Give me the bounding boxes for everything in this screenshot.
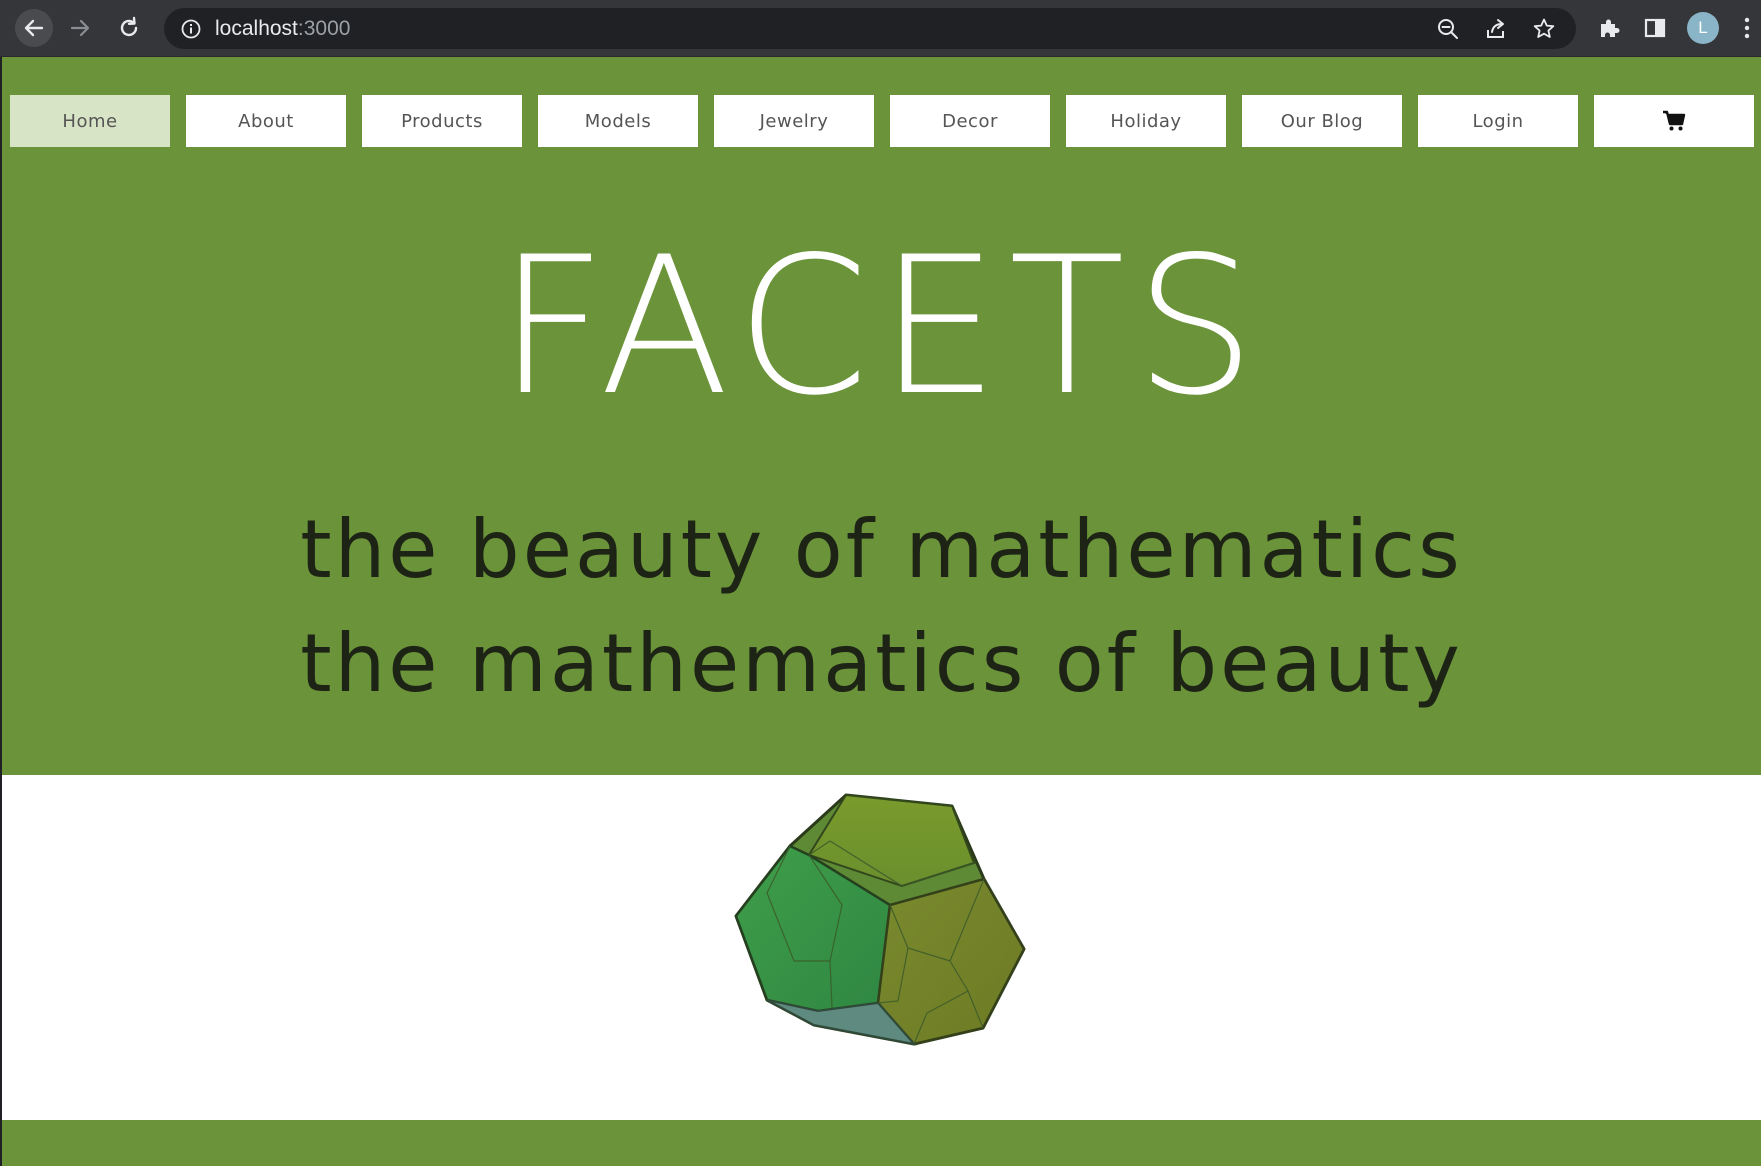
menu-button[interactable] xyxy=(1733,9,1761,47)
address-bar[interactable]: localhost:3000 xyxy=(164,8,1576,49)
nav-item-models[interactable]: Models xyxy=(538,95,698,147)
nav-item-decor[interactable]: Decor xyxy=(890,95,1050,147)
extensions-button[interactable] xyxy=(1590,9,1628,47)
nav-item-cart[interactable] xyxy=(1594,95,1754,147)
puzzle-piece-icon xyxy=(1601,19,1620,37)
nav-item-jewelry[interactable]: Jewelry xyxy=(714,95,874,147)
reload-button[interactable] xyxy=(110,9,148,47)
browser-toolbar: localhost:3000 L xyxy=(0,0,1761,57)
kebab-menu-icon xyxy=(1744,17,1750,39)
hero-section: Home About Products Models Jewelry Decor… xyxy=(2,57,1761,775)
bookmark-star-icon[interactable] xyxy=(1532,17,1556,41)
back-button[interactable] xyxy=(15,9,53,47)
nav-item-our-blog[interactable]: Our Blog xyxy=(1242,95,1402,147)
site-title: FACETS xyxy=(497,216,1266,437)
nav-item-login[interactable]: Login xyxy=(1418,95,1578,147)
figure-section xyxy=(2,775,1761,1120)
profile-avatar[interactable]: L xyxy=(1687,12,1719,44)
zoom-out-icon[interactable] xyxy=(1436,17,1460,41)
shopping-cart-icon xyxy=(1663,110,1686,131)
tagline-second: the mathematics of beauty xyxy=(300,617,1463,710)
web-page: Home About Products Models Jewelry Decor… xyxy=(2,57,1761,1166)
nav-item-about[interactable]: About xyxy=(186,95,346,147)
site-info-icon[interactable] xyxy=(180,18,202,40)
share-icon[interactable] xyxy=(1484,17,1508,41)
nav-item-products[interactable]: Products xyxy=(362,95,522,147)
dodecahedron-image xyxy=(734,793,1026,1046)
forward-button[interactable] xyxy=(61,9,99,47)
nav-item-home[interactable]: Home xyxy=(10,95,170,147)
side-panel-button[interactable] xyxy=(1636,9,1674,47)
footer-band xyxy=(2,1120,1761,1166)
side-panel-icon xyxy=(1644,18,1666,38)
tagline-first: the beauty of mathematics xyxy=(300,503,1463,596)
nav-item-holiday[interactable]: Holiday xyxy=(1066,95,1226,147)
forward-arrow-icon xyxy=(70,19,90,37)
back-arrow-icon xyxy=(24,19,44,37)
url-text: localhost:3000 xyxy=(215,17,351,40)
reload-icon xyxy=(120,16,138,37)
